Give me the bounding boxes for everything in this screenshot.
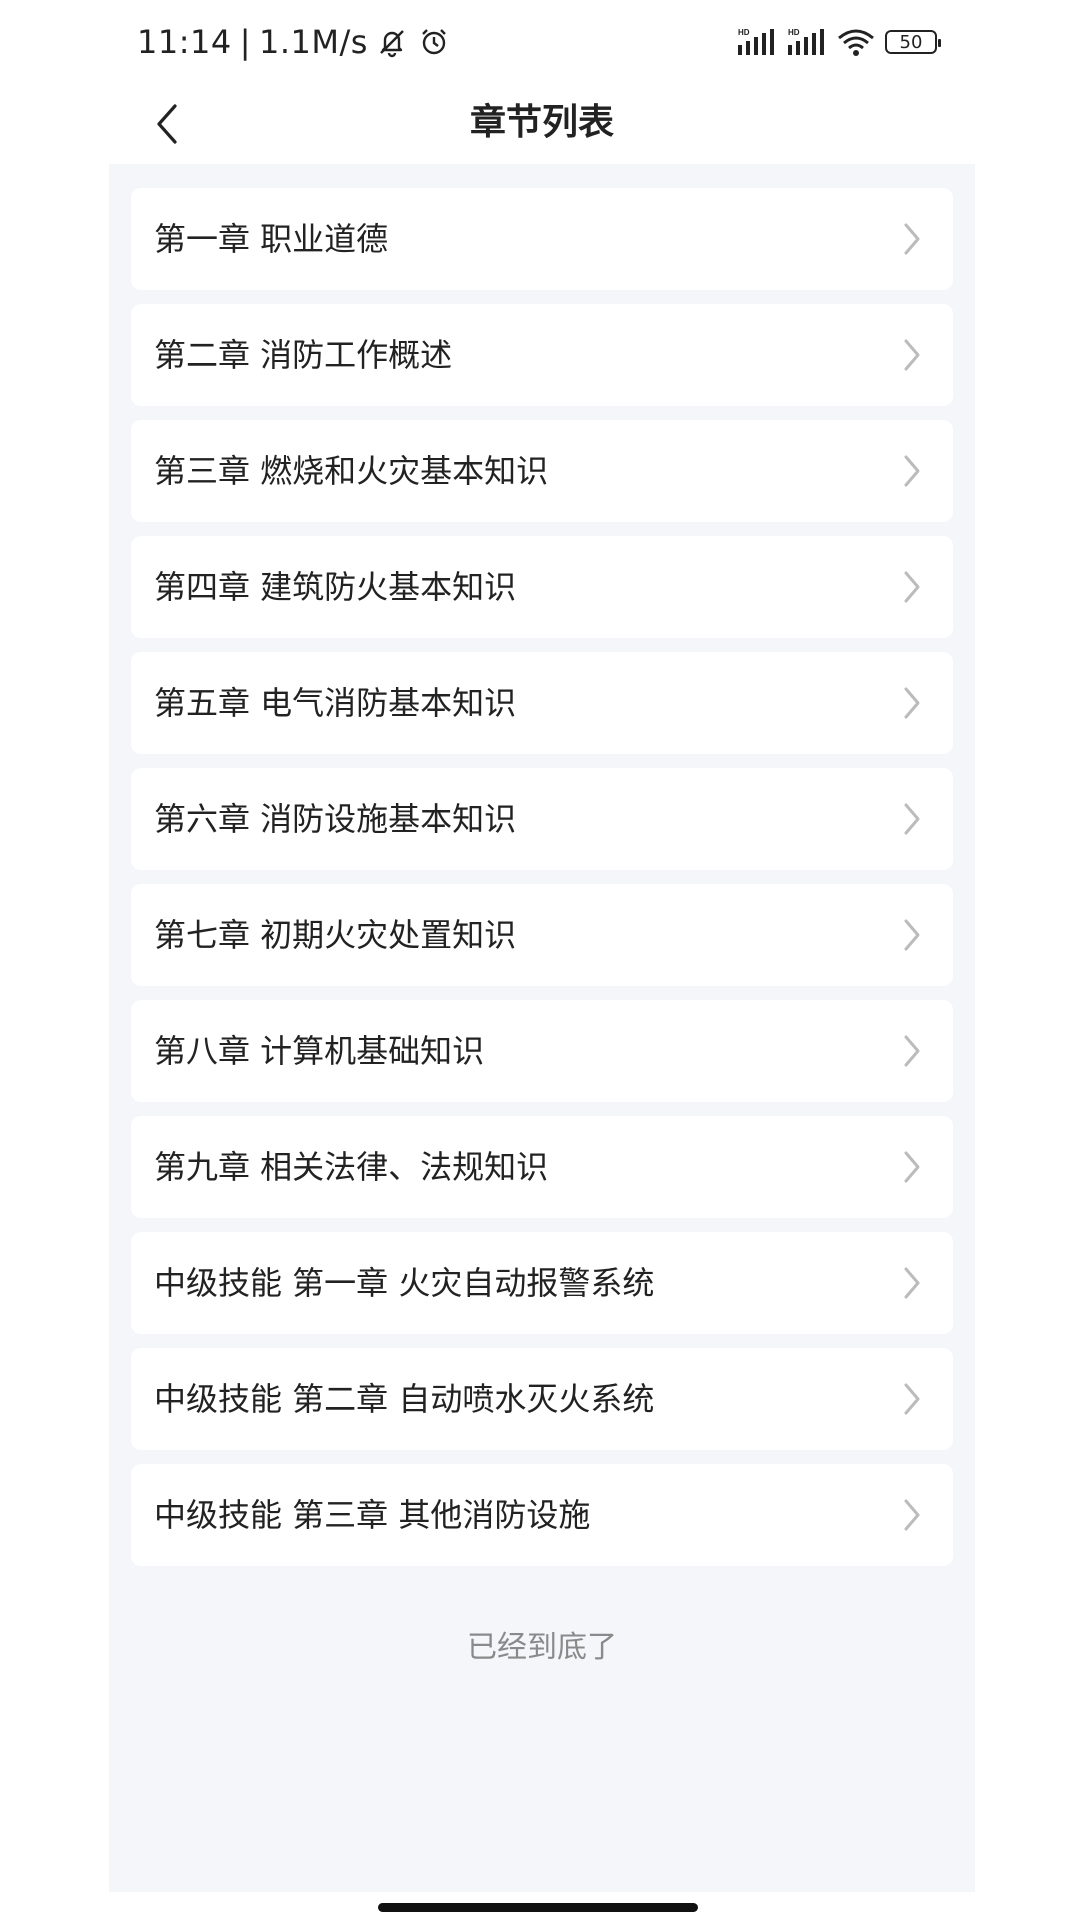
chapter-label: 第五章 电气消防基本知识 bbox=[154, 684, 517, 722]
chevron-right-icon bbox=[904, 919, 920, 951]
signal-icon-1: HD bbox=[738, 28, 774, 55]
chevron-right-icon bbox=[904, 223, 920, 255]
chapter-item-7[interactable]: 第七章 初期火灾处置知识 bbox=[131, 884, 953, 986]
chevron-right-icon bbox=[904, 803, 920, 835]
screen: 11:14 | 1.1M/s HD HD 50 章节列表 第一章 职业道德 第二… bbox=[109, 0, 975, 1892]
chapter-item-5[interactable]: 第五章 电气消防基本知识 bbox=[131, 652, 953, 754]
end-of-list-text: 已经到底了 bbox=[467, 1630, 617, 1665]
status-bar: 11:14 | 1.1M/s HD HD 50 bbox=[109, 0, 975, 82]
nav-bar: 章节列表 bbox=[109, 82, 975, 164]
signal-icon-2: HD bbox=[788, 28, 824, 55]
chapter-item-4[interactable]: 第四章 建筑防火基本知识 bbox=[131, 536, 953, 638]
battery-level: 50 bbox=[899, 31, 923, 53]
chapter-item-6[interactable]: 第六章 消防设施基本知识 bbox=[131, 768, 953, 870]
chapter-item-3[interactable]: 第三章 燃烧和火灾基本知识 bbox=[131, 420, 953, 522]
chevron-right-icon bbox=[904, 455, 920, 487]
chevron-right-icon bbox=[904, 1035, 920, 1067]
status-separator: | bbox=[239, 23, 251, 61]
alarm-clock-icon bbox=[422, 29, 446, 55]
chapter-item-8[interactable]: 第八章 计算机基础知识 bbox=[131, 1000, 953, 1102]
page-title: 章节列表 bbox=[469, 102, 614, 143]
chevron-right-icon bbox=[904, 571, 920, 603]
chapter-label: 第八章 计算机基础知识 bbox=[154, 1032, 485, 1070]
chevron-right-icon bbox=[904, 687, 920, 719]
bell-off-icon bbox=[380, 30, 404, 58]
chapter-item-9[interactable]: 第九章 相关法律、法规知识 bbox=[131, 1116, 953, 1218]
chapter-label: 中级技能 第二章 自动喷水灭火系统 bbox=[154, 1380, 655, 1418]
battery-icon: 50 bbox=[885, 30, 941, 54]
status-left: 11:14 | 1.1M/s bbox=[137, 18, 450, 66]
chapter-item-1[interactable]: 第一章 职业道德 bbox=[131, 188, 953, 290]
status-net-speed: 1.1M/s bbox=[259, 23, 368, 61]
chapter-label: 第二章 消防工作概述 bbox=[154, 336, 453, 374]
chevron-right-icon bbox=[904, 1499, 920, 1531]
chapter-label: 中级技能 第一章 火灾自动报警系统 bbox=[154, 1264, 655, 1302]
chapter-label: 第九章 相关法律、法规知识 bbox=[154, 1148, 549, 1186]
chapter-item-11[interactable]: 中级技能 第二章 自动喷水灭火系统 bbox=[131, 1348, 953, 1450]
chevron-right-icon bbox=[904, 1383, 920, 1415]
signal2-hd-label: HD bbox=[788, 28, 800, 37]
chapter-label: 第一章 职业道德 bbox=[154, 220, 389, 258]
chapter-item-10[interactable]: 中级技能 第一章 火灾自动报警系统 bbox=[131, 1232, 953, 1334]
status-time: 11:14 bbox=[137, 23, 232, 61]
chapter-item-2[interactable]: 第二章 消防工作概述 bbox=[131, 304, 953, 406]
chevron-right-icon bbox=[904, 339, 920, 371]
signal1-hd-label: HD bbox=[738, 28, 750, 37]
chapter-label: 第七章 初期火灾处置知识 bbox=[154, 916, 517, 954]
chevron-right-icon bbox=[904, 1267, 920, 1299]
wifi-icon bbox=[838, 29, 874, 56]
chapter-label: 中级技能 第三章 其他消防设施 bbox=[154, 1496, 591, 1534]
status-right: HD HD 50 bbox=[737, 22, 941, 62]
home-indicator[interactable] bbox=[378, 1903, 698, 1912]
chevron-right-icon bbox=[904, 1151, 920, 1183]
chapter-label: 第六章 消防设施基本知识 bbox=[154, 800, 517, 838]
chapter-label: 第四章 建筑防火基本知识 bbox=[154, 568, 517, 606]
chapter-list: 第一章 职业道德 第二章 消防工作概述 第三章 燃烧和火灾基本知识 第四章 建筑… bbox=[131, 188, 953, 1580]
chapter-item-12[interactable]: 中级技能 第三章 其他消防设施 bbox=[131, 1464, 953, 1566]
chapter-label: 第三章 燃烧和火灾基本知识 bbox=[154, 452, 549, 490]
